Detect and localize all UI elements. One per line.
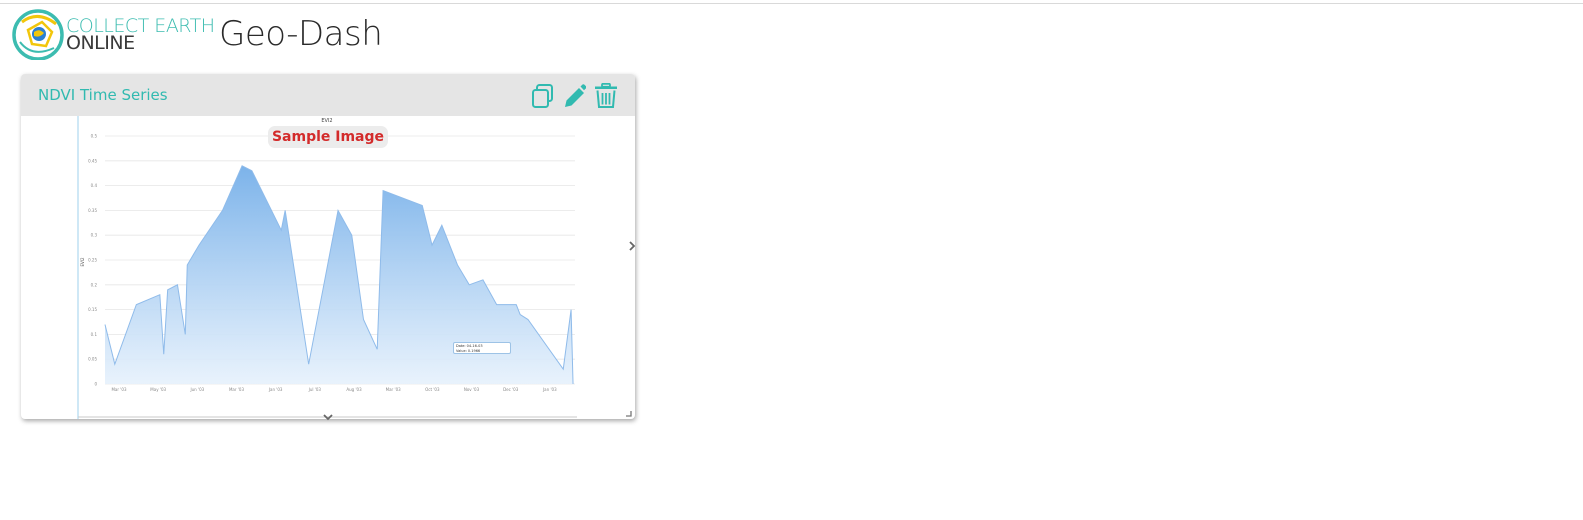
x-tick-label: Jul '03 [308,387,322,392]
delete-button[interactable] [594,83,618,109]
chart-tooltip: Date: 04-16-03 Value: 0.1966 [453,342,511,354]
widget-title: NDVI Time Series [38,86,168,104]
x-tick-label: Jan '03 [268,387,283,392]
x-tick-label: Aug '03 [346,387,362,392]
x-tick-label: Jan '03 [542,387,557,392]
copy-button[interactable] [531,83,555,109]
widget-header[interactable]: NDVI Time Series [21,74,635,116]
x-tick-label: Jun '03 [189,387,204,392]
sample-image-badge: Sample Image [268,126,388,148]
copy-icon [532,84,553,108]
x-tick-label: Nov '03 [464,387,480,392]
widget-body: EVI2 EVI2 0 0.05 0.1 0.15 0.2 0.25 0.3 0.35 0.4 0… [21,116,635,419]
y-tick-label: 0.2 [91,282,98,287]
ndvi-widget-card: NDVI Time Series EVI2 EVI2 0 0.05 0.1 0.… [21,74,635,419]
x-tick-label: Oct '03 [425,387,440,392]
y-tick-label: 0.45 [88,158,97,163]
collect-earth-online-logo[interactable]: COLLECT EARTH ONLINE [12,8,215,64]
y-tick-label: 0.1 [91,332,98,337]
trash-icon [595,83,617,108]
y-tick-label: 0.5 [91,134,98,139]
logo-text-line2: ONLINE [66,32,135,54]
y-tick-label: 0.3 [91,233,98,238]
y-tick-label: 0.15 [88,307,97,312]
app-title: Geo-Dash [219,14,383,54]
evi2-area-chart[interactable]: EVI2 EVI2 0 0.05 0.1 0.15 0.2 0.25 0.3 0.35 0.4 0… [21,116,635,419]
y-axis-label: EVI2 [80,257,85,266]
tooltip-line-2: Value: 0.1966 [456,348,481,353]
y-tick-label: 0.05 [88,357,97,362]
y-tick-label: 0.35 [88,208,97,213]
x-tick-label: Mar '03 [229,387,244,392]
resize-handle-icon[interactable] [625,410,632,417]
top-border [0,3,1583,4]
edit-button[interactable] [562,83,586,109]
x-tick-label: May '03 [150,387,166,392]
chevron-right-icon[interactable] [628,241,636,251]
x-tick-label: Mar '03 [386,387,401,392]
chart-title: EVI2 [321,118,332,124]
x-tick-label: Dec '03 [503,387,519,392]
chevron-down-icon[interactable] [323,413,333,421]
globe-logo-icon [12,9,64,60]
x-tick-label: Mar '03 [111,387,126,392]
y-tick-label: 0 [94,382,97,387]
y-tick-label: 0.4 [91,183,98,188]
y-tick-label: 0.25 [88,258,97,263]
pencil-icon [565,84,586,107]
